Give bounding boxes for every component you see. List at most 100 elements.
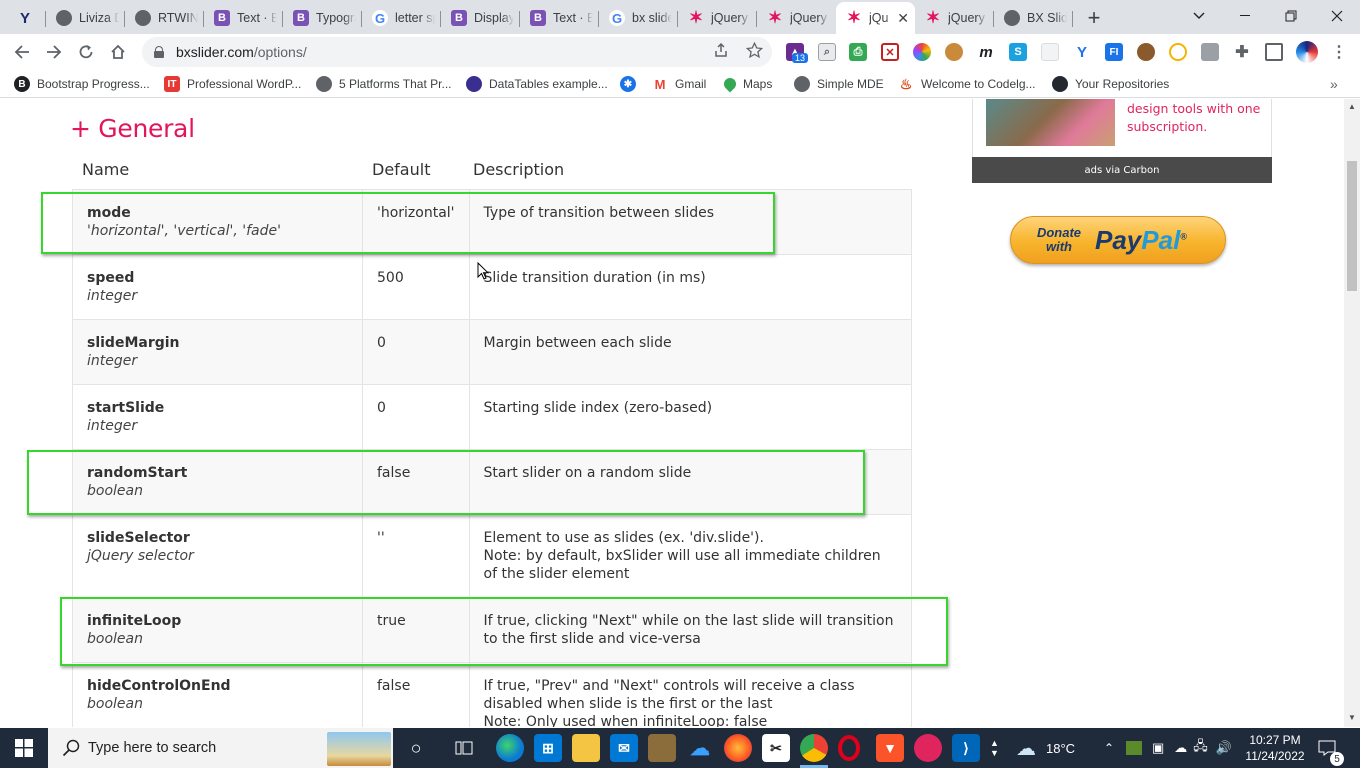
extension-y-icon[interactable]: Y [1073,43,1091,61]
back-button[interactable] [8,38,36,66]
option-type: jQuery selector [87,548,194,564]
cortana-icon[interactable]: ○ [402,734,430,762]
bookmark-maps[interactable]: Maps [721,75,772,93]
chrome-icon[interactable] [800,734,828,762]
extension-sun-icon[interactable] [1169,43,1187,61]
option-row: mode 'horizontal', 'vertical', 'fade' 'hor… [72,189,913,255]
file-explorer-icon[interactable] [572,734,600,762]
close-tab-icon[interactable]: ✕ [897,10,909,27]
tray-volume-icon[interactable]: 🔊 [1216,740,1232,756]
tray-onedrive-icon[interactable]: ☁ [1174,740,1187,756]
side-panel-icon[interactable] [1265,43,1283,61]
bookmark-gmail[interactable]: M Gmail [652,75,706,93]
browser-tab[interactable]: Gletter sp [362,2,441,34]
bookmarks-overflow-icon[interactable]: » [1330,75,1338,93]
share-icon[interactable] [712,41,730,59]
extension-camera-icon[interactable] [1201,43,1219,61]
tray-network-icon[interactable]: 🖧 [1193,737,1208,759]
address-bar[interactable]: bxslider.com/options/ [142,37,772,67]
extension-fi-icon[interactable]: FI [1105,43,1123,61]
scroll-up-arrow-icon[interactable]: ▲ [1348,102,1356,111]
option-name-cell: mode 'horizontal', 'vertical', 'fade' [72,189,363,255]
taskbar-clock[interactable]: 10:27 PM 11/24/2022 [1240,728,1310,768]
bookmark-codelgniter[interactable]: ♨ Welcome to Codelg... [898,75,1036,93]
extension-block-icon[interactable]: ✕ [881,43,899,61]
notification-center-icon[interactable]: 5 [1318,728,1344,768]
extension-m-icon[interactable]: m [977,43,995,61]
browser-tab[interactable]: B Text · Bo [520,2,599,34]
bookmark-simple-mde[interactable]: Simple MDE [794,75,884,93]
store-icon[interactable]: ⊞ [534,734,562,762]
browser-tab[interactable]: Liviza D [46,2,125,34]
bookmark-professional-wordpress[interactable]: IT Professional WordP... [164,75,301,93]
mail-icon[interactable]: ✉ [610,734,638,762]
tab-list-chevron-icon[interactable] [1176,0,1222,32]
description-line: Element to use as slides (ex. 'div.slide… [483,530,764,546]
forward-button[interactable] [40,38,68,66]
ad-footer[interactable]: ads via Carbon [972,157,1272,183]
app-red-icon[interactable] [914,734,942,762]
browser-tab[interactable]: ✶ jQuery [915,2,994,34]
extension-cookie2-icon[interactable] [1137,43,1155,61]
extensions-puzzle-icon[interactable]: ✚ [1233,43,1251,61]
browser-tab[interactable]: Gbx slide [599,2,678,34]
browser-tab[interactable]: B Display [441,2,520,34]
start-button[interactable] [0,728,48,768]
tray-device-icon[interactable]: ▣ [1152,740,1164,756]
menu-kebab-icon[interactable]: ⋮ [1330,43,1348,61]
bookmark-gear[interactable]: ✱ [620,75,636,93]
ad-text[interactable]: design tools with one subscription. [1127,100,1267,136]
taskbar-scroll-arrows[interactable]: ▲ ▼ [990,728,999,768]
firefox-icon[interactable] [724,734,752,762]
extension-blank-icon[interactable] [1041,43,1059,61]
profile-avatar[interactable] [1296,41,1318,63]
browser-tab[interactable]: ✶ jQu ✕ [836,2,915,34]
extension-s-icon[interactable]: S [1009,43,1027,61]
page-scrollbar[interactable]: ▲ ▼ [1344,99,1360,727]
weather-widget[interactable]: ☁ 18°C [1016,728,1075,768]
option-name-cell: slideSelector jQuery selector [72,514,363,598]
scrollbar-thumb[interactable] [1347,161,1357,291]
section-title-general[interactable]: + General [70,114,195,143]
extension-search-icon[interactable]: ⌕ [818,43,836,61]
ad-image[interactable] [986,99,1115,146]
browser-tab[interactable]: ✶ jQuery [757,2,836,34]
browser-tab[interactable]: BX Slide [994,2,1073,34]
lock-icon[interactable] [154,46,164,58]
close-window-button[interactable] [1314,0,1360,32]
restore-button[interactable] [1268,0,1314,32]
tray-app-icon[interactable] [1126,741,1142,755]
vscode-icon[interactable]: ⟩ [952,734,980,762]
app-book-icon[interactable] [648,734,676,762]
task-view-icon[interactable] [450,734,478,762]
bookmark-5-platforms[interactable]: 5 Platforms That Pr... [316,75,452,93]
extension-colorpicker-icon[interactable] [913,43,931,61]
opera-icon[interactable] [838,735,860,761]
new-tab-button[interactable]: + [1077,2,1111,34]
reload-button[interactable] [72,38,100,66]
browser-tab[interactable]: ✶ jQuery [678,2,757,34]
tab-title: jQuery [711,11,748,25]
extension-cookie-icon[interactable] [945,43,963,61]
edge-icon[interactable] [496,734,524,762]
bookmark-your-repositories[interactable]: Your Repositories [1052,75,1169,93]
extension-print-icon[interactable]: ⎙ [849,43,867,61]
brave-icon[interactable]: ▼ [876,734,904,762]
donate-paypal-button[interactable]: Donate with PayPal® [1010,216,1226,264]
snip-tool-icon[interactable]: ✂ [762,734,790,762]
bookmark-datatables[interactable]: DataTables example... [466,75,608,93]
taskbar-search-box[interactable]: Type here to search [48,728,393,768]
home-button[interactable] [104,38,132,66]
browser-tab[interactable]: RTWIN [125,2,204,34]
tray-chevron-icon[interactable]: ⌃ [1104,728,1114,768]
browser-tab[interactable]: B Typogra [283,2,362,34]
browser-tab[interactable]: B Text · Bo [204,2,283,34]
bookmark-star-icon[interactable] [745,41,763,59]
url-path: /options/ [253,44,307,60]
onedrive-icon[interactable]: ☁ [686,734,714,762]
bookmark-bootstrap-progress[interactable]: B Bootstrap Progress... [14,75,150,93]
scroll-down-arrow-icon[interactable]: ▼ [1348,713,1356,722]
tab-search-button[interactable]: Y [0,2,46,34]
search-highlight-image[interactable] [327,732,391,766]
minimize-button[interactable] [1222,0,1268,32]
